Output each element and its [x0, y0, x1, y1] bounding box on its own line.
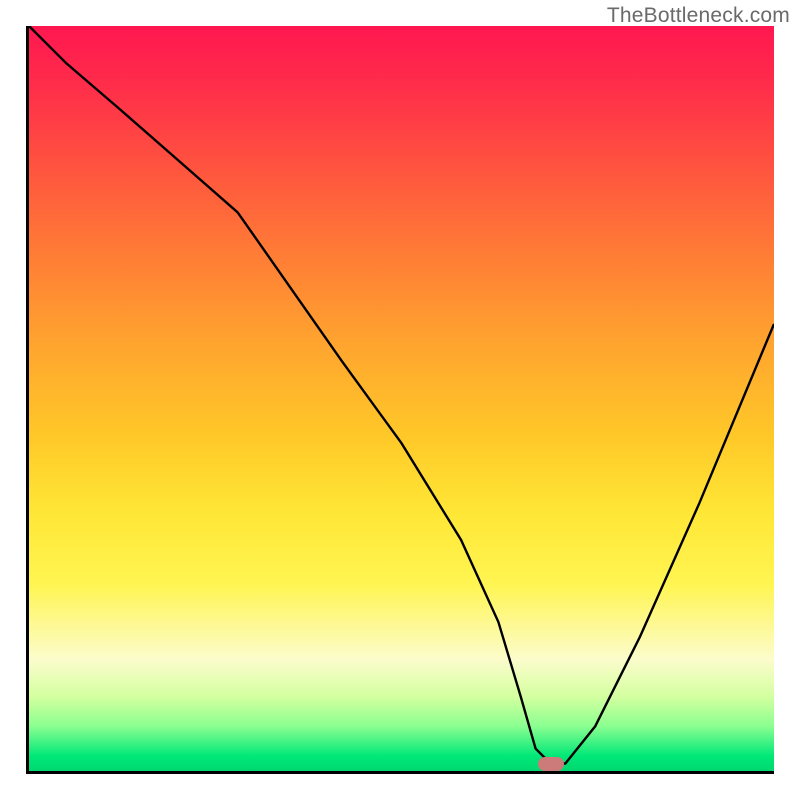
bottleneck-chart: TheBottleneck.com	[0, 0, 800, 800]
optimal-point-marker	[538, 757, 564, 771]
bottleneck-curve-path	[29, 26, 774, 764]
curve-layer	[29, 26, 774, 771]
plot-area	[26, 26, 774, 774]
watermark-text: TheBottleneck.com	[607, 4, 790, 28]
